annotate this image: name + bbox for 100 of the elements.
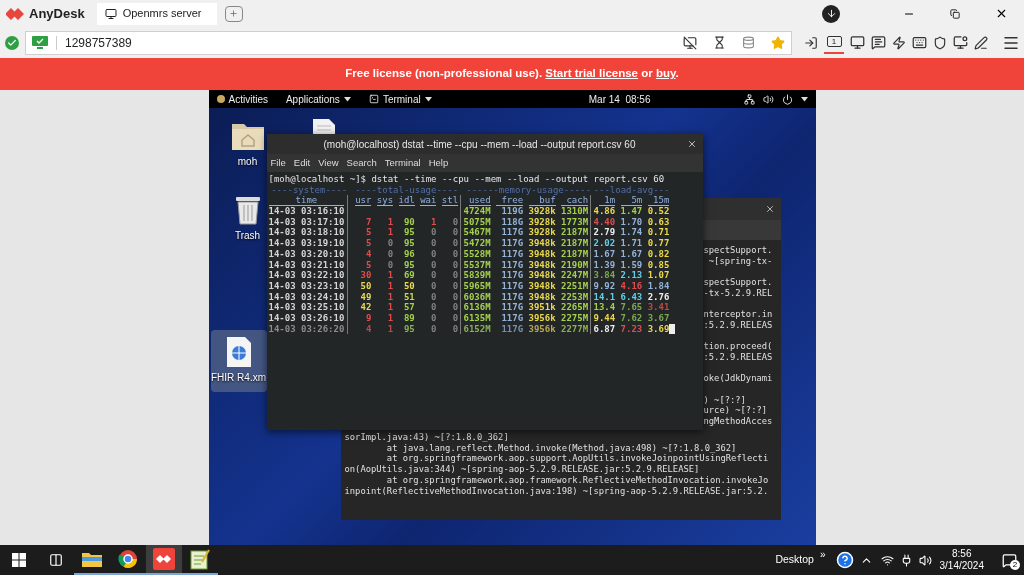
table-cell: 3948k: [528, 238, 556, 249]
monitor-icon[interactable]: [850, 35, 865, 50]
clock[interactable]: 8:56 3/14/2024: [939, 548, 984, 572]
lightning-icon[interactable]: [892, 35, 906, 50]
table-cell: 14-03 03:16:10: [268, 206, 345, 217]
menu-item[interactable]: Terminal: [384, 155, 421, 171]
group-header: ------memory-usage-----: [465, 184, 592, 196]
table-cell: 6.87: [593, 323, 616, 334]
table-cell: 5: [366, 238, 372, 249]
desktop-icon[interactable]: moh: [228, 112, 267, 172]
power-icon[interactable]: [781, 93, 793, 105]
table-cell: 50: [403, 280, 415, 291]
table-cell: 3951k: [528, 302, 556, 313]
keyboard-icon[interactable]: [912, 35, 927, 50]
close-icon[interactable]: [686, 139, 697, 149]
table-cell: 117G: [501, 280, 524, 291]
table-cell: 3948k: [528, 259, 556, 270]
screen-record-icon[interactable]: [953, 35, 968, 50]
table-cell: 0: [452, 302, 459, 313]
menu-item[interactable]: View: [318, 155, 339, 171]
monitor-icon: [32, 36, 48, 49]
table-cell: 4.40: [593, 216, 616, 227]
topbar-clock[interactable]: Mar 14 08:56: [588, 91, 651, 107]
table-cell: 1.47: [620, 206, 643, 217]
desktop-toolbar-label[interactable]: Desktop: [775, 552, 814, 568]
table-cell: 50: [360, 280, 372, 291]
app-name: AnyDesk: [29, 4, 85, 23]
wifi-icon[interactable]: [880, 553, 894, 567]
table-cell: 6152M: [463, 323, 491, 334]
column-header: free: [496, 195, 524, 207]
web-document-icon: [225, 336, 252, 368]
menu-item[interactable]: Help: [428, 155, 449, 171]
table-cell: 13.4: [593, 302, 616, 313]
table-cell: 14-03 03:25:10: [268, 302, 345, 313]
file-transfer-icon[interactable]: [804, 35, 818, 50]
table-cell: 3956k: [528, 312, 556, 323]
table-cell: 0: [452, 238, 459, 249]
new-tab-button[interactable]: [224, 5, 243, 22]
table-cell: 117G: [501, 302, 524, 313]
table-cell: 14-03 03:26:20: [268, 323, 345, 334]
topbar-menu[interactable]: Applications: [285, 91, 351, 107]
table-cell: 1.84: [647, 280, 670, 291]
table-cell: 1: [387, 280, 394, 291]
table-cell: 1: [387, 216, 394, 227]
activities-button[interactable]: Activities: [216, 91, 268, 107]
menu-item[interactable]: Search: [346, 155, 377, 171]
volume-icon[interactable]: [762, 93, 774, 105]
network-icon[interactable]: [743, 93, 755, 105]
terminal-line: at org.springframework.aop.framework.ReflectiveMethodInvocation.invokeJo: [385, 474, 770, 486]
terminal-icon: [368, 94, 379, 104]
table-cell: 0: [452, 216, 459, 227]
table-cell: 5467M: [463, 227, 491, 238]
pen-icon[interactable]: [974, 35, 988, 50]
menu-item[interactable]: File: [270, 155, 286, 171]
caret-icon: [800, 96, 808, 102]
table-cell: 14-03 03:26:10: [268, 312, 345, 323]
plus-icon: [229, 9, 239, 18]
table-cell: 1.07: [647, 270, 670, 281]
table-cell: 4724M: [463, 206, 491, 217]
shield-icon[interactable]: [933, 35, 947, 50]
close-icon[interactable]: [764, 204, 775, 214]
table-cell: 0: [431, 270, 437, 281]
table-cell: 3928k: [528, 206, 556, 217]
banner-link[interactable]: buy: [655, 67, 676, 80]
column-header: used: [468, 195, 491, 207]
table-cell: 0: [431, 302, 437, 313]
table-cell: 14-03 03:23:10: [268, 280, 345, 291]
desktop-icon[interactable]: Trash: [228, 188, 267, 244]
table-cell: 14-03 03:22:10: [268, 270, 345, 281]
notification-button[interactable]: 2: [994, 545, 1024, 575]
table-cell: 1.67: [593, 248, 616, 259]
table-cell: 0: [452, 312, 459, 323]
volume-icon[interactable]: [918, 553, 932, 567]
table-cell: 3948k: [528, 291, 556, 302]
toolbar-chevron[interactable]: »: [819, 547, 826, 562]
display-button[interactable]: 1: [824, 31, 844, 54]
help-icon[interactable]: [835, 551, 854, 569]
table-cell: 95: [403, 227, 415, 238]
clock-date: 3/14/2024: [939, 560, 984, 572]
address-field[interactable]: 1298757389: [25, 30, 792, 55]
table-cell: 1.67: [620, 248, 643, 259]
menu-item[interactable]: Edit: [293, 155, 311, 171]
anydesk-app-icon: [153, 548, 175, 570]
taskbar-app-button[interactable]: [146, 545, 182, 575]
table-cell: 0: [431, 227, 437, 238]
table-cell: 0: [452, 259, 459, 270]
chat-icon[interactable]: [871, 35, 886, 50]
account-button[interactable]: [822, 4, 840, 23]
table-cell: 3.84: [593, 270, 616, 281]
table-cell: 2187M: [561, 248, 589, 259]
terminal-line: inpoint(ReflectiveMethodInvocation.java:198) ~[spring-aop-5.2.9.RELEASE.jar:5.2.: [344, 485, 770, 497]
session-tab[interactable]: Openmrs server: [96, 2, 217, 25]
table-cell: 0.63: [647, 216, 670, 227]
table-cell: 9.44: [593, 312, 616, 323]
table-cell: 2187M: [561, 238, 589, 249]
banner-link[interactable]: Start trial license: [545, 67, 638, 80]
topbar-menu[interactable]: Terminal: [368, 91, 432, 107]
license-notice: Free license (non-professional use). Start trial license or buy.: [345, 66, 679, 82]
desktop-icon[interactable]: FHIR R4.xm: [210, 330, 267, 392]
table-cell: 2190M: [561, 259, 589, 270]
